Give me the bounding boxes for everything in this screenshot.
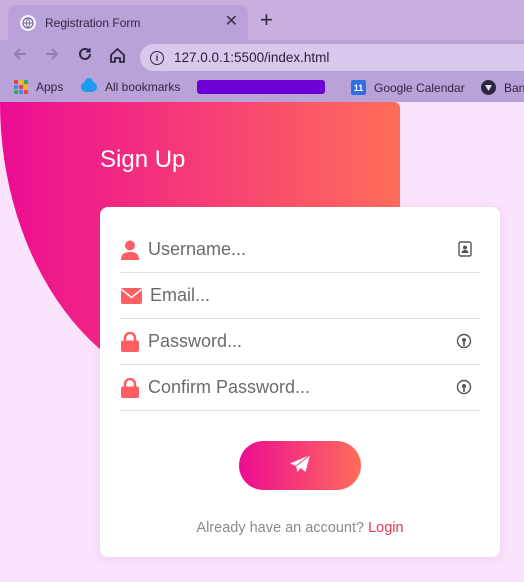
forward-arrow-icon[interactable]	[44, 46, 60, 66]
bookmark-google-calendar[interactable]: 11 Google Calendar	[351, 80, 465, 95]
login-prompt: Already have an account? Login	[100, 520, 500, 536]
bookmark-bank-label: Ban	[504, 80, 524, 95]
paper-plane-icon	[289, 454, 311, 477]
password-input[interactable]	[148, 326, 438, 357]
calendar-icon: 11	[351, 80, 366, 95]
bookmark-apps[interactable]: Apps	[14, 80, 63, 94]
redacted-bookmark	[197, 80, 325, 94]
contact-card-icon[interactable]	[458, 241, 472, 262]
key-icon[interactable]	[456, 379, 472, 400]
password-field	[120, 319, 480, 365]
user-icon	[120, 240, 140, 260]
key-icon[interactable]	[456, 333, 472, 354]
cloud-icon	[81, 78, 97, 92]
submit-button[interactable]	[239, 441, 361, 490]
apps-grid-icon	[14, 80, 28, 94]
email-input[interactable]	[150, 280, 440, 311]
url-text: 127.0.0.1:5500/index.html	[174, 50, 330, 65]
lock-icon	[120, 331, 140, 352]
home-icon[interactable]	[109, 47, 126, 68]
email-field	[120, 273, 480, 319]
bookmark-calendar-label: Google Calendar	[374, 80, 465, 95]
bookmark-all-label: All bookmarks	[105, 80, 181, 94]
address-bar[interactable]: i 127.0.0.1:5500/index.html	[140, 44, 524, 71]
browser-toolbar: i 127.0.0.1:5500/index.html	[0, 40, 524, 74]
envelope-icon	[120, 286, 142, 306]
globe-icon	[20, 14, 36, 31]
confirm-password-input[interactable]	[148, 372, 438, 403]
lock-icon	[120, 377, 140, 398]
info-icon[interactable]: i	[150, 50, 164, 65]
signup-form-card: Already have an account? Login	[100, 207, 500, 557]
login-prompt-text: Already have an account?	[196, 520, 365, 536]
reload-icon[interactable]	[77, 46, 93, 66]
username-field	[120, 227, 480, 273]
back-arrow-icon[interactable]	[12, 46, 28, 66]
tab-close-icon[interactable]: ✕	[225, 13, 238, 31]
bookmark-apps-label: Apps	[36, 80, 64, 94]
login-link[interactable]: Login	[368, 520, 403, 536]
bookmark-all-bookmarks[interactable]: All bookmarks	[81, 78, 181, 94]
browser-tab[interactable]: Registration Form ✕	[8, 5, 248, 40]
tab-title: Registration Form	[45, 15, 141, 30]
page-title: Sign Up	[100, 146, 186, 173]
username-input[interactable]	[148, 234, 438, 265]
new-tab-button[interactable]: +	[260, 9, 273, 31]
bookmark-bank[interactable]: Ban	[481, 80, 524, 95]
browser-tab-bar: Registration Form ✕ +	[0, 0, 524, 40]
confirm-password-field	[120, 365, 480, 411]
shield-icon	[481, 80, 496, 95]
